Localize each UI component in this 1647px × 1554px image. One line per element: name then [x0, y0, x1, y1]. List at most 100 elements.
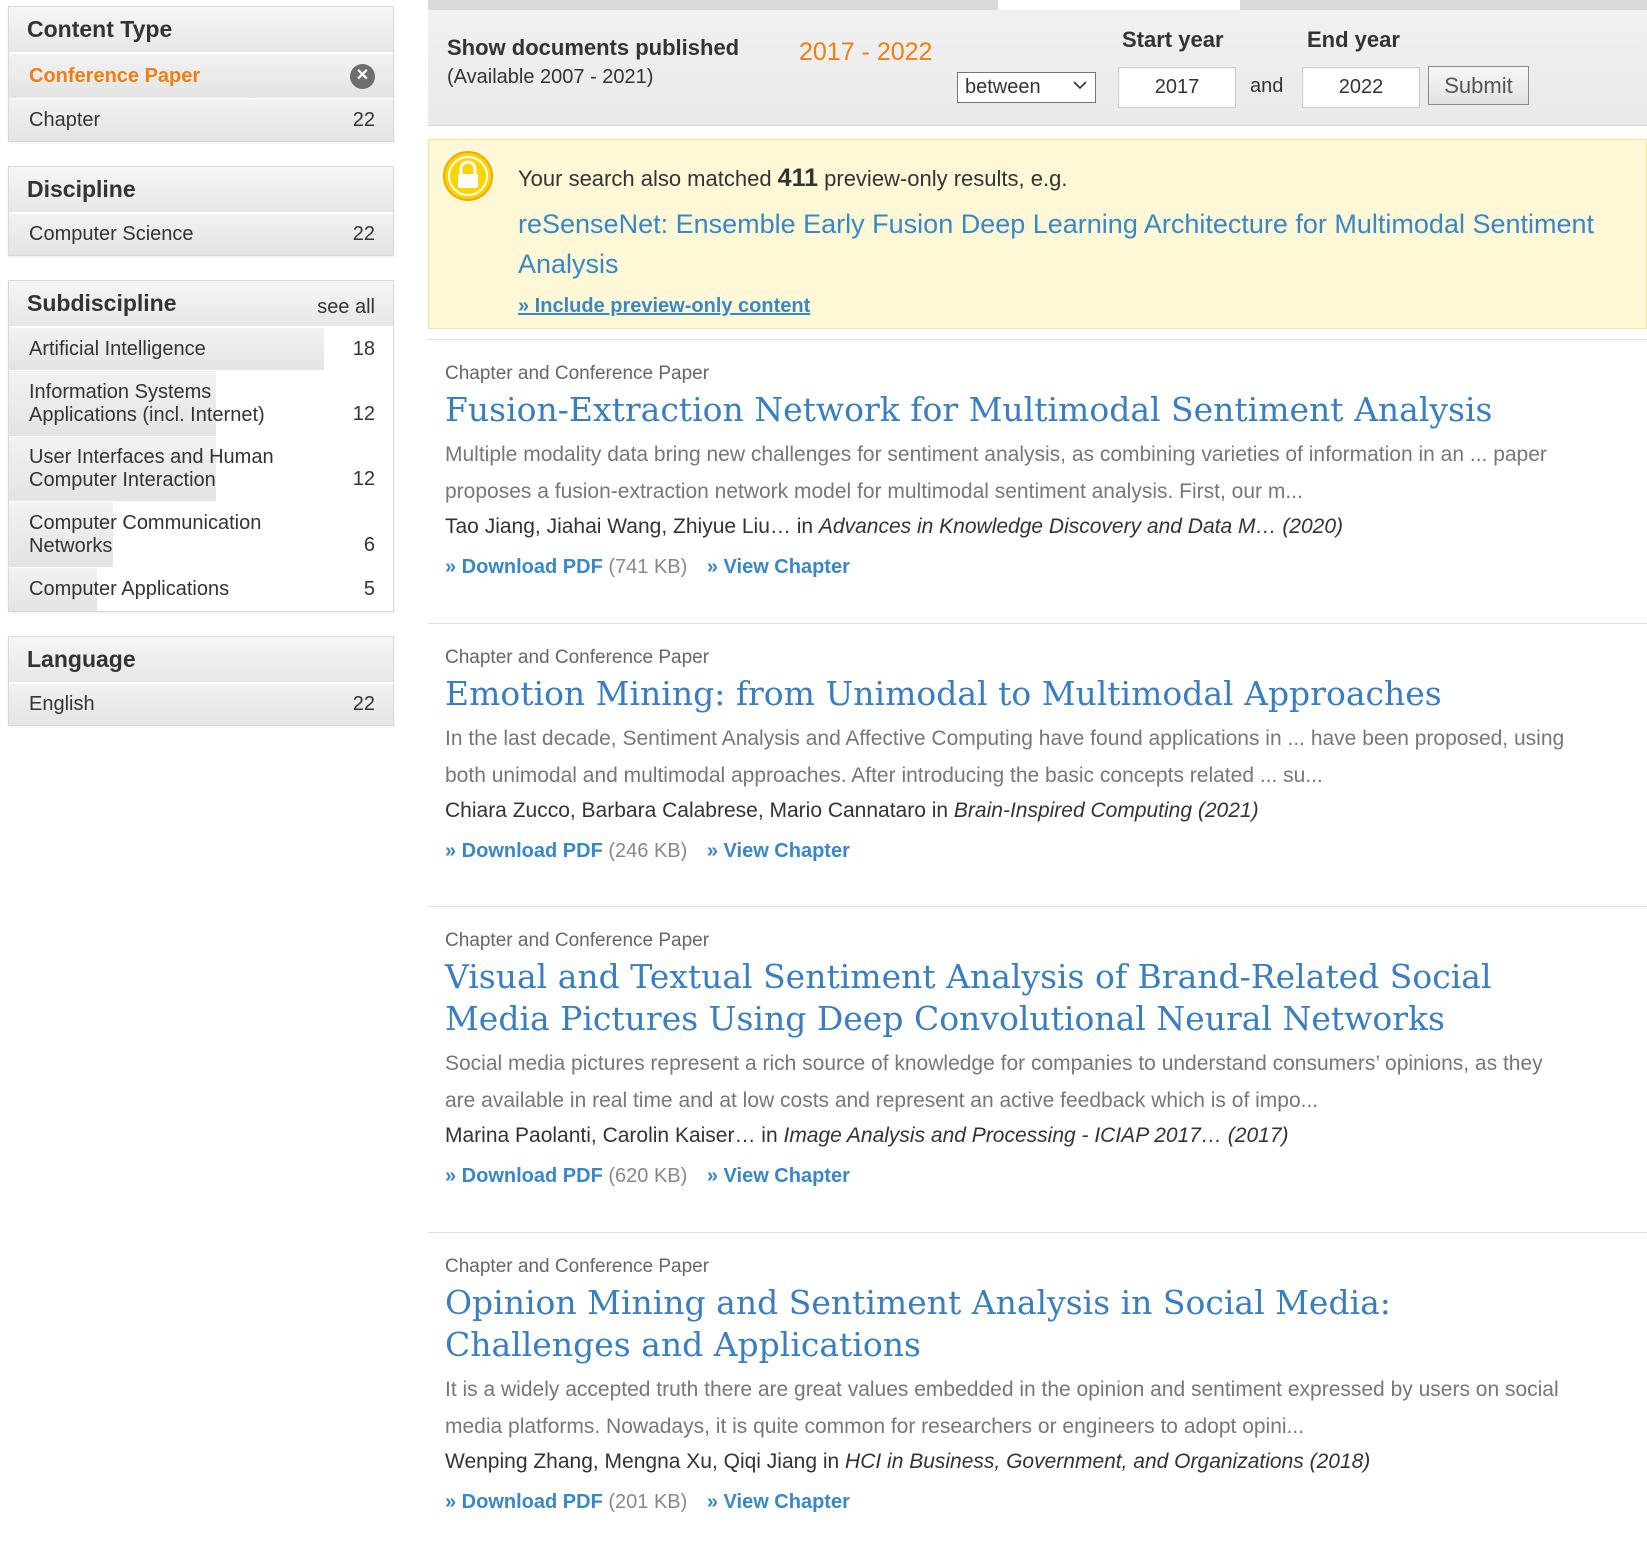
- result-authors: Marina Paolanti, Carolin Kaiser…: [445, 1124, 756, 1147]
- result-authors-line: Tao Jiang, Jiahai Wang, Zhiyue Liu… in A…: [445, 510, 1647, 544]
- file-size: (741 KB): [608, 556, 688, 578]
- preview-example-link[interactable]: reSenseNet: Ensemble Early Fusion Deep L…: [518, 204, 1618, 284]
- facet-item-label: Computer Applications: [29, 578, 230, 600]
- facet-item-artificial-intelligence[interactable]: Artificial Intelligence 18: [9, 327, 393, 370]
- preview-count: 411: [777, 164, 819, 192]
- facet-item-count: 5: [363, 578, 375, 600]
- view-chapter-link[interactable]: » View Chapter: [707, 1491, 850, 1513]
- facet-title: Subdiscipline: [27, 290, 177, 316]
- facet-item-count: 22: [352, 108, 375, 131]
- preview-text-before: Your search also matched: [518, 166, 778, 191]
- result-item: Chapter and Conference Paper Visual and …: [428, 906, 1647, 1188]
- facet-item-computer-applications[interactable]: Computer Applications 5: [9, 567, 393, 611]
- view-chapter-link[interactable]: » View Chapter: [707, 1165, 850, 1187]
- result-links: » Download PDF (620 KB) » View Chapter: [445, 1165, 1647, 1188]
- facet-item-label: Computer Science: [29, 223, 194, 245]
- start-year-input[interactable]: 2017: [1118, 67, 1236, 108]
- result-links: » Download PDF (741 KB) » View Chapter: [445, 556, 1647, 579]
- view-chapter-link[interactable]: » View Chapter: [707, 556, 850, 578]
- download-pdf-link[interactable]: » Download PDF: [445, 1165, 603, 1187]
- facet-header: Subdiscipline see all: [9, 281, 393, 327]
- facet-item-count: 12: [352, 403, 375, 425]
- result-title[interactable]: Fusion-Extraction Network for Multimodal…: [445, 389, 1575, 431]
- facet-title: Discipline: [27, 176, 136, 202]
- facet-item-english[interactable]: English 22: [9, 683, 393, 725]
- close-icon[interactable]: ✕: [350, 63, 375, 89]
- facet-item-count: 22: [352, 223, 375, 245]
- result-snippet: Multiple modality data bring new challen…: [445, 443, 1547, 503]
- facet-item-label: Chapter: [29, 108, 101, 131]
- facet-item-user-interfaces[interactable]: User Interfaces and Human Computer Inter…: [9, 436, 393, 501]
- result-authors-line: Chiara Zucco, Barbara Calabrese, Mario C…: [445, 794, 1647, 828]
- date-mode-value: between: [965, 76, 1041, 98]
- chevron-down-icon: [1073, 81, 1087, 90]
- result-item: Chapter and Conference Paper Fusion-Extr…: [428, 339, 1647, 579]
- result-title[interactable]: Visual and Textual Sentiment Analysis of…: [445, 956, 1575, 1040]
- end-year-label: End year: [1307, 27, 1400, 52]
- tab[interactable]: [428, 0, 998, 10]
- facet-discipline: Discipline Computer Science 22: [8, 166, 394, 256]
- end-year-input[interactable]: 2022: [1302, 67, 1420, 108]
- see-all-link[interactable]: see all: [317, 296, 375, 319]
- download-pdf-link[interactable]: » Download PDF: [445, 1491, 603, 1513]
- result-snippet: It is a widely accepted truth there are …: [445, 1378, 1559, 1438]
- result-title[interactable]: Emotion Mining: from Unimodal to Multimo…: [445, 673, 1575, 715]
- result-in: in: [755, 1124, 784, 1147]
- result-authors: Tao Jiang, Jiahai Wang, Zhiyue Liu…: [445, 515, 791, 538]
- facet-item-label: Information Systems Applications (incl. …: [29, 380, 265, 426]
- facet-item-information-systems[interactable]: Information Systems Applications (incl. …: [9, 370, 393, 436]
- result-links: » Download PDF (246 KB) » View Chapter: [445, 840, 1647, 863]
- date-available-range: (Available 2007 - 2021): [447, 66, 654, 88]
- file-size: (246 KB): [608, 840, 688, 862]
- facet-subdiscipline: Subdiscipline see all Artificial Intelli…: [8, 280, 394, 612]
- result-title[interactable]: Opinion Mining and Sentiment Analysis in…: [445, 1282, 1575, 1366]
- result-authors-line: Wenping Zhang, Mengna Xu, Qiqi Jiang in …: [445, 1445, 1647, 1479]
- facet-header: Language: [9, 637, 393, 683]
- facet-item-label: English: [29, 693, 95, 715]
- result-source[interactable]: Advances in Knowledge Discovery and Data…: [819, 515, 1343, 538]
- lock-icon: [443, 151, 493, 201]
- preview-text-after: preview-only results, e.g.: [818, 166, 1068, 191]
- preview-only-notice: Your search also matched 411 preview-onl…: [428, 139, 1647, 329]
- tab[interactable]: [1240, 0, 1647, 10]
- facet-title: Language: [27, 646, 136, 672]
- facet-language: Language English 22: [8, 636, 394, 726]
- download-pdf-link[interactable]: » Download PDF: [445, 556, 603, 578]
- result-type: Chapter and Conference Paper: [445, 930, 710, 951]
- facet-item-label: User Interfaces and Human Computer Inter…: [29, 446, 274, 491]
- result-in: in: [925, 799, 954, 822]
- submit-button[interactable]: Submit: [1428, 66, 1529, 105]
- date-filter-panel: Show documents published (Available 2007…: [428, 10, 1647, 126]
- selected-date-range: 2017 - 2022: [799, 38, 933, 66]
- date-filter-label: Show documents published: [447, 35, 740, 60]
- file-size: (201 KB): [608, 1491, 688, 1513]
- facet-item-computer-science[interactable]: Computer Science 22: [9, 213, 393, 255]
- result-item: Chapter and Conference Paper Opinion Min…: [428, 1232, 1647, 1514]
- facet-item-chapter[interactable]: Chapter 22: [9, 98, 393, 141]
- and-label: and: [1250, 75, 1284, 97]
- facet-header: Discipline: [9, 167, 393, 213]
- facet-item-label: Artificial Intelligence: [29, 337, 206, 360]
- facet-item-count: 22: [352, 693, 375, 715]
- result-type: Chapter and Conference Paper: [445, 647, 710, 668]
- facet-item-conference-paper[interactable]: Conference Paper ✕: [9, 53, 393, 98]
- result-snippet: In the last decade, Sentiment Analysis a…: [445, 727, 1565, 787]
- facet-item-count: 18: [352, 337, 375, 360]
- download-pdf-link[interactable]: » Download PDF: [445, 840, 603, 862]
- result-snippet: Social media pictures represent a rich s…: [445, 1052, 1543, 1112]
- result-type: Chapter and Conference Paper: [445, 363, 710, 384]
- view-chapter-link[interactable]: » View Chapter: [707, 840, 850, 862]
- result-source[interactable]: Brain-Inspired Computing (2021): [954, 799, 1259, 822]
- facet-sidebar: Content Type Conference Paper ✕ Chapter …: [8, 6, 394, 750]
- date-mode-select[interactable]: between: [957, 72, 1096, 103]
- result-source[interactable]: HCI in Business, Government, and Organiz…: [845, 1450, 1370, 1473]
- preview-count-text: Your search also matched 411 preview-onl…: [518, 164, 1067, 193]
- facet-item-label: Computer Communication Networks: [29, 511, 262, 557]
- result-links: » Download PDF (201 KB) » View Chapter: [445, 1491, 1647, 1514]
- include-preview-link[interactable]: » Include preview-only content: [518, 295, 810, 318]
- facet-item-computer-communication-networks[interactable]: Computer Communication Networks 6: [9, 501, 393, 567]
- facet-item-count: 6: [363, 534, 375, 556]
- result-authors-line: Marina Paolanti, Carolin Kaiser… in Imag…: [445, 1119, 1647, 1153]
- result-authors: Chiara Zucco, Barbara Calabrese, Mario C…: [445, 799, 926, 822]
- result-source[interactable]: Image Analysis and Processing - ICIAP 20…: [783, 1124, 1288, 1147]
